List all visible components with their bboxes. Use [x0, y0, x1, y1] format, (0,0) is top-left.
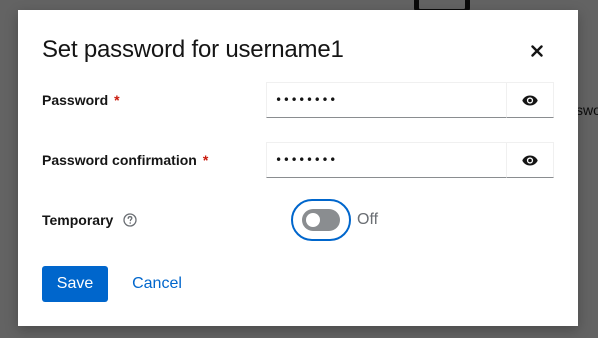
cancel-button[interactable]: Cancel — [122, 266, 192, 302]
close-icon — [531, 45, 543, 57]
temporary-switch-wrapper: Off — [291, 199, 378, 241]
help-circle-icon — [123, 213, 137, 227]
password-confirmation-label: Password confirmation * — [42, 152, 208, 168]
password-confirmation-label-text: Password confirmation — [42, 152, 197, 168]
password-confirmation-input[interactable] — [266, 142, 507, 178]
required-marker: * — [114, 92, 120, 108]
password-label: Password * — [42, 92, 120, 108]
temporary-label: Temporary — [42, 212, 137, 228]
temporary-label-text: Temporary — [42, 212, 114, 228]
switch-track — [302, 209, 340, 231]
set-password-modal: Set password for username1 Password * Pa… — [18, 10, 578, 326]
eye-icon — [522, 155, 538, 165]
password-input[interactable] — [266, 82, 507, 118]
password-show-toggle[interactable] — [507, 82, 554, 118]
save-button[interactable]: Save — [42, 266, 108, 302]
switch-state-label: Off — [357, 211, 379, 228]
eye-icon — [522, 95, 538, 105]
close-button[interactable] — [524, 38, 550, 64]
modal-title: Set password for username1 — [42, 36, 344, 63]
switch-knob — [306, 213, 320, 227]
temporary-switch[interactable] — [291, 199, 351, 241]
password-group — [266, 82, 554, 118]
temporary-row: Temporary Off — [42, 199, 554, 241]
password-row: Password * — [42, 82, 554, 118]
password-confirmation-row: Password confirmation * — [42, 142, 554, 178]
password-label-text: Password — [42, 92, 109, 108]
required-marker: * — [202, 152, 209, 168]
password-confirmation-group — [266, 142, 554, 178]
password-confirmation-show-toggle[interactable] — [507, 142, 554, 178]
help-button[interactable] — [123, 213, 137, 227]
